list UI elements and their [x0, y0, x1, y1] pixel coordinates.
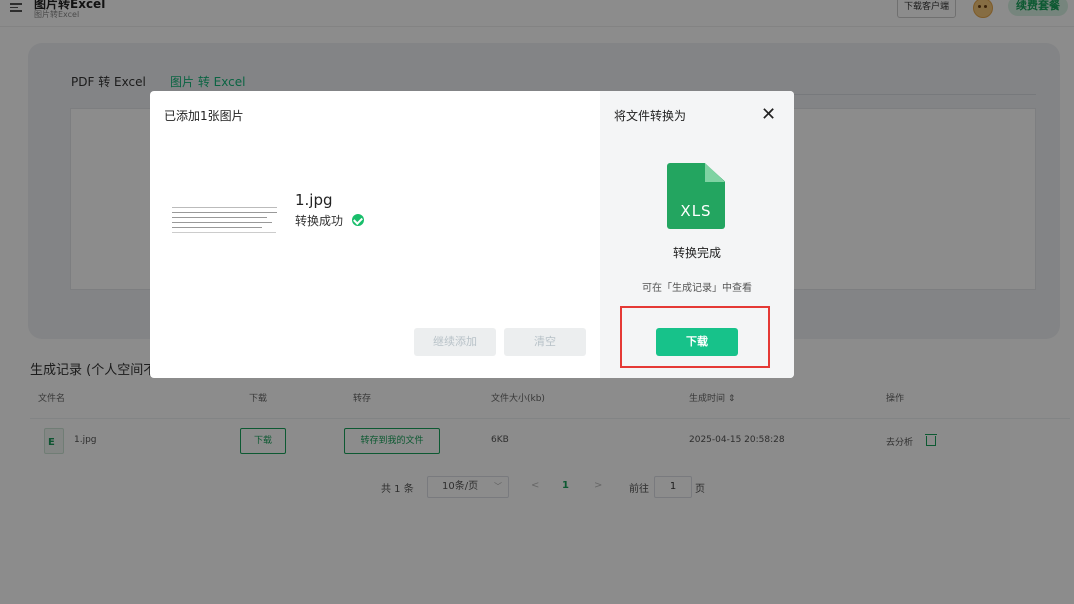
check-circle-icon [352, 214, 364, 226]
conversion-status: 转换成功 [295, 214, 344, 228]
conversion-done-text: 转换完成 [672, 246, 721, 260]
convert-to-title: 将文件转换为 [614, 109, 687, 123]
modal-file-name: 1.jpg [295, 191, 333, 209]
download-highlight-box [620, 306, 770, 368]
continue-add-button[interactable]: 继续添加 [414, 328, 496, 356]
image-thumbnail [170, 203, 280, 237]
xls-format-label: XLS [680, 202, 712, 220]
added-images-title: 已添加1张图片 [164, 109, 244, 123]
clear-button[interactable]: 清空 [504, 328, 586, 356]
records-hint-text: 可在「生成记录」中查看 [642, 283, 752, 294]
close-icon[interactable]: ✕ [761, 106, 776, 124]
